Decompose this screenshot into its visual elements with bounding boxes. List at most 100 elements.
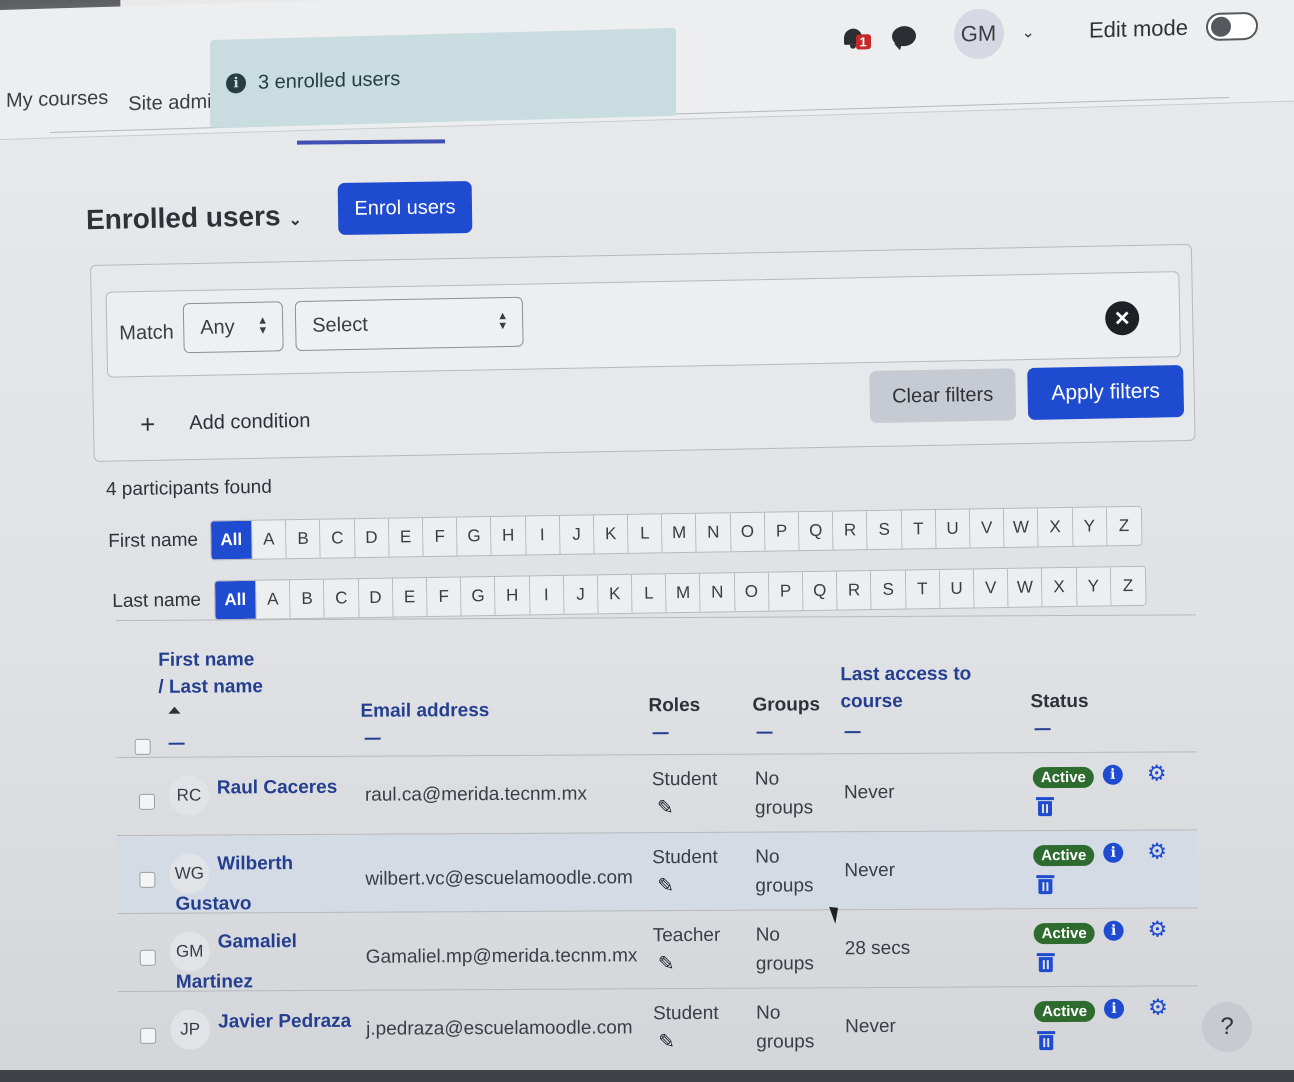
edit-role-pencil-icon[interactable]: ✎ [658, 1029, 675, 1054]
initial-letter-button[interactable]: Q [802, 571, 838, 611]
initial-letter-button[interactable]: G [457, 516, 492, 556]
row-select-checkbox[interactable] [138, 793, 155, 810]
initial-letter-button[interactable]: M [662, 513, 697, 553]
initial-letter-button[interactable]: N [696, 513, 732, 552]
initial-letter-button[interactable]: L [628, 514, 663, 553]
collapse-name-column[interactable] [168, 742, 185, 745]
initial-letter-button[interactable]: U [935, 509, 971, 548]
initial-letter-button[interactable]: Y [1076, 567, 1112, 606]
initial-letter-button[interactable]: W [1004, 508, 1039, 547]
gear-icon[interactable]: ⚙ [1148, 916, 1168, 941]
remove-condition-close-icon[interactable]: ✕ [1104, 300, 1140, 336]
filter-type-select[interactable]: Select ▲ ▼ [294, 296, 524, 352]
user-fullname-link[interactable]: Raul Caceres [217, 769, 338, 808]
user-fullname-link[interactable]: Wilberth [217, 845, 293, 883]
user-email: raul.ca@merida.tecnm.mx [364, 783, 588, 806]
enrol-users-button[interactable]: Enrol users [337, 181, 473, 235]
header-email[interactable]: Email address [360, 697, 489, 725]
initial-letter-button[interactable]: F [426, 577, 462, 617]
initial-letter-button[interactable]: K [597, 574, 633, 614]
page-title[interactable]: Enrolled users ⌄ [86, 200, 303, 237]
initial-letter-button[interactable]: Z [1110, 566, 1146, 606]
row-select-checkbox[interactable] [139, 949, 156, 966]
initial-letter-button[interactable]: R [833, 511, 868, 550]
initial-letter-button[interactable]: A [255, 580, 291, 619]
initial-letter-button[interactable]: D [354, 518, 390, 558]
initial-letter-button[interactable]: E [392, 578, 428, 617]
row-select-checkbox[interactable] [139, 871, 156, 888]
trash-icon[interactable] [1037, 1031, 1056, 1051]
initial-letter-button[interactable]: D [358, 578, 394, 618]
edit-role-pencil-icon[interactable]: ✎ [658, 951, 675, 976]
initial-letter-button[interactable]: A [251, 520, 287, 559]
initial-letter-button[interactable]: E [388, 518, 424, 557]
add-condition-button[interactable]: + Add condition [140, 406, 311, 440]
initial-all-button[interactable]: All [215, 580, 257, 620]
apply-filters-button[interactable]: Apply filters [1027, 365, 1185, 421]
collapse-status-column[interactable] [1034, 728, 1051, 731]
initial-letter-button[interactable]: V [973, 568, 1009, 608]
initial-letter-button[interactable]: O [730, 512, 766, 552]
initial-letter-button[interactable]: P [764, 512, 800, 551]
initial-letter-button[interactable]: K [593, 514, 629, 554]
user-initials-avatar[interactable]: JP [170, 1009, 211, 1050]
header-name[interactable]: First name / Last name [158, 646, 263, 701]
initial-letter-button[interactable]: R [837, 571, 872, 610]
initial-letter-button[interactable]: S [867, 510, 903, 550]
clear-filters-button[interactable]: Clear filters [869, 368, 1017, 424]
initial-letter-button[interactable]: J [563, 575, 599, 614]
gear-icon[interactable]: ⚙ [1148, 994, 1168, 1019]
initial-letter-button[interactable]: Q [798, 511, 834, 551]
gear-icon[interactable]: ⚙ [1147, 761, 1167, 786]
help-question-icon[interactable]: ? [1202, 1002, 1252, 1052]
user-initials-avatar[interactable]: RC [168, 775, 210, 816]
trash-icon[interactable] [1035, 797, 1054, 817]
enrolment-info-icon[interactable]: i [1102, 764, 1123, 785]
initial-letter-button[interactable]: X [1042, 567, 1077, 607]
initial-letter-button[interactable]: M [666, 573, 701, 613]
edit-role-pencil-icon[interactable]: ✎ [657, 795, 674, 820]
initial-letter-button[interactable]: U [939, 569, 975, 608]
collapse-email-column[interactable] [364, 737, 381, 740]
collapse-last-access-column[interactable] [844, 731, 861, 734]
initial-letter-button[interactable]: W [1008, 568, 1043, 607]
initial-letter-button[interactable]: I [529, 575, 565, 615]
initial-letter-button[interactable]: V [969, 508, 1005, 548]
enrolment-info-icon[interactable]: i [1103, 920, 1124, 941]
collapse-groups-column[interactable] [756, 731, 773, 734]
match-select[interactable]: Any ▲ ▼ [182, 301, 284, 354]
user-fullname-link[interactable]: Javier Pedraza [218, 1003, 351, 1042]
user-fullname-link[interactable]: Gamaliel [218, 923, 297, 961]
edit-role-pencil-icon[interactable]: ✎ [657, 873, 674, 898]
enrolment-info-icon[interactable]: i [1103, 842, 1124, 863]
initial-letter-button[interactable]: H [495, 576, 531, 615]
gear-icon[interactable]: ⚙ [1147, 839, 1167, 864]
initial-letter-button[interactable]: C [320, 519, 356, 558]
initial-letter-button[interactable]: S [871, 570, 907, 610]
collapse-roles-column[interactable] [652, 732, 669, 735]
initial-letter-button[interactable]: T [905, 569, 941, 609]
initial-letter-button[interactable]: J [559, 515, 595, 554]
initial-letter-button[interactable]: P [768, 572, 804, 611]
initial-letter-button[interactable]: Z [1106, 506, 1142, 546]
initial-letter-button[interactable]: X [1038, 507, 1073, 547]
trash-icon[interactable] [1036, 953, 1055, 973]
initial-letter-button[interactable]: Y [1072, 507, 1108, 546]
initial-letter-button[interactable]: F [422, 517, 458, 557]
initial-all-button[interactable]: All [211, 520, 253, 560]
initial-letter-button[interactable]: B [290, 579, 325, 619]
initial-letter-button[interactable]: L [632, 574, 667, 613]
initial-letter-button[interactable]: O [734, 572, 770, 612]
initial-letter-button[interactable]: B [286, 519, 321, 559]
row-select-checkbox[interactable] [140, 1027, 157, 1044]
initial-letter-button[interactable]: H [491, 516, 527, 555]
header-last-access[interactable]: Last access to course [840, 661, 971, 716]
enrolment-info-icon[interactable]: i [1103, 998, 1125, 1019]
initial-letter-button[interactable]: G [461, 576, 496, 616]
initial-letter-button[interactable]: I [525, 515, 561, 555]
trash-icon[interactable] [1036, 875, 1055, 895]
initial-letter-button[interactable]: N [700, 573, 736, 612]
initial-letter-button[interactable]: T [901, 509, 937, 549]
select-all-checkbox[interactable] [134, 738, 151, 755]
initial-letter-button[interactable]: C [324, 579, 360, 618]
